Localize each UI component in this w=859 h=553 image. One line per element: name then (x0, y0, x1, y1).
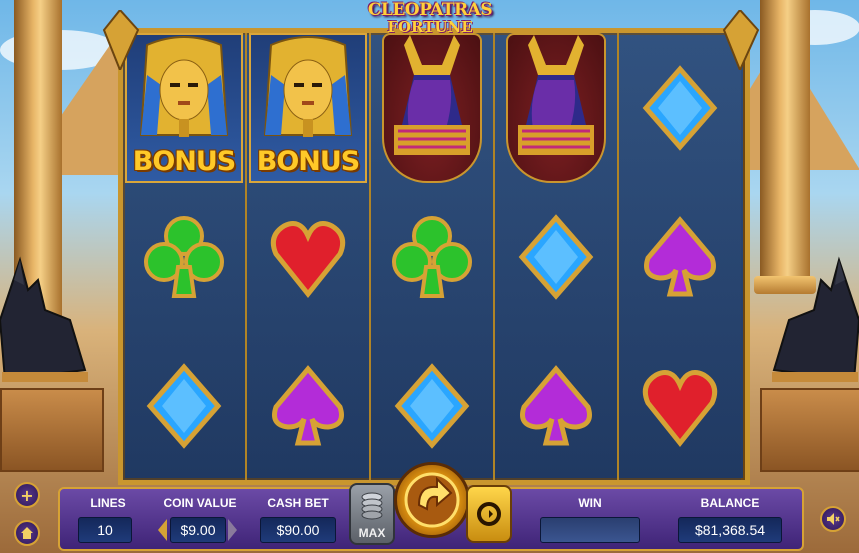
symbol-spade (619, 182, 741, 331)
symbol-diamond (495, 182, 617, 331)
right-pedestal (760, 388, 859, 472)
win-value (540, 517, 640, 543)
frame-ornament-right (722, 10, 760, 70)
coin-value: $9.00 (170, 517, 226, 543)
spin-button[interactable] (394, 462, 470, 538)
symbol-heart (619, 331, 741, 480)
right-pillar (760, 0, 810, 290)
spin-arrow-icon (404, 472, 460, 528)
reel-2: BONUS (247, 32, 371, 480)
symbol-diamond (123, 331, 245, 480)
autoplay-icon (477, 502, 501, 526)
bonus-pharaoh-card: BONUS (125, 32, 243, 183)
coin-value-decrease-arrow[interactable] (158, 519, 167, 541)
coin-value-increase-arrow[interactable] (228, 519, 237, 541)
coin-stack-icon (361, 492, 383, 520)
anubis-statue-right (772, 256, 859, 382)
win-label: WIN (578, 496, 602, 510)
lines-label: LINES (90, 496, 126, 510)
plus-icon: + (20, 485, 34, 505)
max-label: MAX (358, 526, 386, 540)
purple-spade-icon (272, 364, 344, 445)
home-button[interactable] (14, 520, 40, 546)
bonus-label: BONUS (256, 145, 361, 177)
symbol-bonus: BONUS (123, 32, 245, 183)
green-club-icon (144, 215, 224, 298)
symbol-club (123, 182, 245, 331)
anubis-head-icon (518, 34, 594, 155)
symbol-club (371, 182, 493, 331)
bonus-label: BONUS (132, 145, 237, 177)
reel-3 (371, 32, 495, 480)
pharaoh-icon (139, 35, 229, 137)
game-logo: CLEOPATRAS FORTUNE (365, 0, 495, 44)
plus-button[interactable]: + (14, 482, 40, 508)
reel-1: BONUS (123, 32, 247, 480)
logo-title: CLEOPATRAS (367, 0, 493, 20)
sound-button[interactable] (820, 506, 846, 532)
blue-diamond-icon (394, 362, 470, 449)
pharaoh-icon (263, 35, 353, 137)
balance-label: BALANCE (700, 496, 760, 510)
anubis-card (382, 32, 482, 183)
frame-ornament-left (102, 10, 140, 70)
logo-subtitle: FORTUNE (387, 18, 473, 36)
green-club-icon (392, 215, 472, 298)
max-bet-button[interactable]: MAX (349, 483, 395, 545)
reel-grid: BONUS BONUS (118, 28, 750, 485)
symbol-spade (495, 331, 617, 480)
bonus-pharaoh-card: BONUS (249, 32, 367, 183)
symbol-diamond (371, 331, 493, 480)
lines-value[interactable]: 10 (78, 517, 132, 543)
symbol-bonus: BONUS (247, 32, 369, 183)
purple-spade-icon (520, 364, 592, 445)
symbol-heart (247, 182, 369, 331)
anubis-statue-left (0, 256, 88, 382)
symbol-spade (247, 331, 369, 480)
coin-value-label: COIN VALUE (163, 496, 237, 510)
cash-bet-label: CASH BET (267, 496, 329, 510)
anubis-card (506, 32, 606, 183)
reel-4 (495, 32, 619, 480)
left-pedestal (0, 388, 104, 472)
red-heart-icon (270, 220, 346, 298)
balance-value: $81,368.54 (678, 517, 782, 543)
mute-icon (827, 513, 840, 525)
blue-diamond-icon (518, 213, 594, 300)
anubis-head-icon (394, 34, 470, 155)
symbol-anubis (371, 32, 493, 183)
autoplay-button[interactable] (466, 485, 512, 543)
blue-diamond-icon (146, 362, 222, 449)
purple-spade-icon (644, 215, 716, 296)
blue-diamond-icon (642, 64, 718, 151)
reel-5 (619, 33, 741, 480)
symbol-anubis (495, 32, 617, 183)
red-heart-icon (642, 369, 718, 447)
home-icon (21, 527, 33, 539)
cash-bet-value: $90.00 (260, 517, 336, 543)
